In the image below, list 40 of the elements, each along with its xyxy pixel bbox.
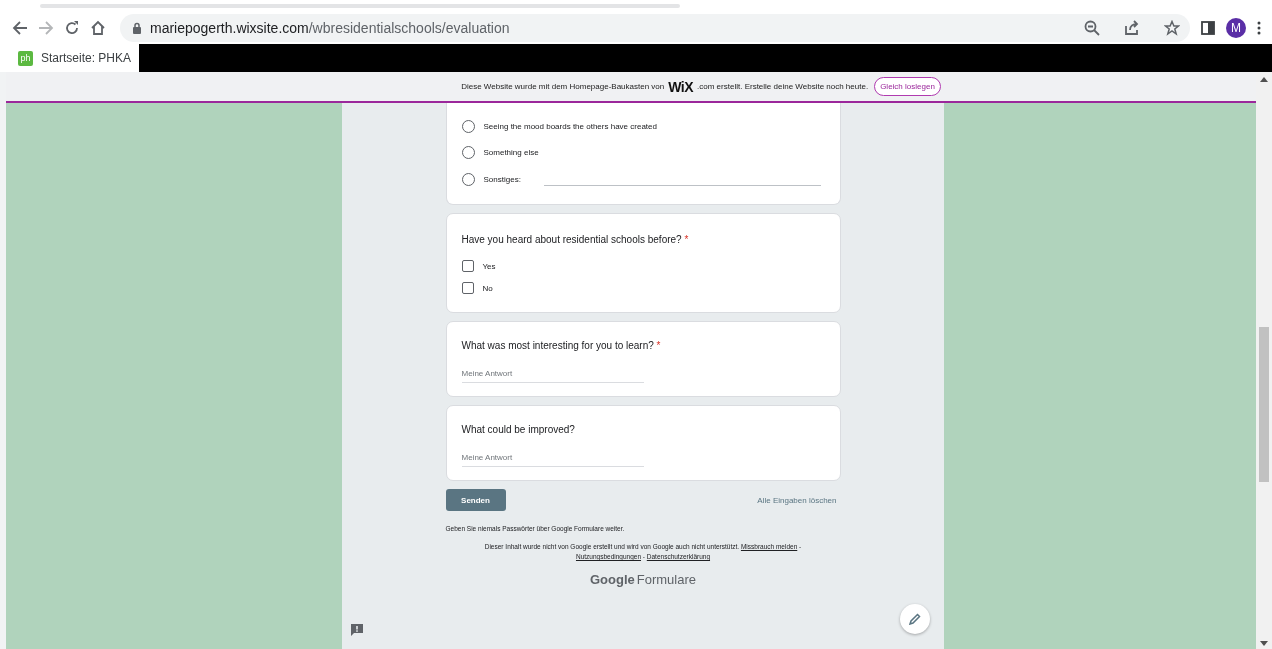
- star-icon[interactable]: [1164, 20, 1180, 36]
- reload-icon[interactable]: [64, 20, 80, 36]
- home-icon[interactable]: [90, 20, 106, 36]
- scroll-up-icon[interactable]: [1260, 76, 1268, 82]
- url-text: mariepogerth.wixsite.com/wbresidentialschools/evaluation: [150, 20, 510, 36]
- more-icon[interactable]: [1256, 20, 1262, 36]
- banner-text: .com erstellt. Erstelle deine Website noch heute.: [697, 82, 869, 91]
- pencil-icon: [909, 613, 921, 625]
- bookmark-item[interactable]: ph Startseite: PHKA: [18, 50, 132, 66]
- side-panel-icon[interactable]: [1200, 20, 1216, 36]
- checkbox[interactable]: [461, 260, 474, 272]
- profile-avatar[interactable]: M: [1226, 18, 1246, 38]
- back-icon[interactable]: [12, 20, 28, 36]
- scrollbar-thumb[interactable]: [1259, 327, 1269, 482]
- question-title: What could be improved?: [461, 424, 576, 435]
- banner-text: Diese Website wurde mit dem Homepage-Baukasten von: [461, 82, 665, 91]
- bookmark-favicon-icon: ph: [18, 50, 33, 66]
- answer-field[interactable]: Meine Antwort: [461, 450, 644, 467]
- submit-button[interactable]: Senden: [445, 489, 506, 511]
- wix-logo: WiX: [668, 78, 694, 95]
- edit-button[interactable]: [900, 604, 930, 634]
- scrollbar[interactable]: [1256, 72, 1272, 649]
- clear-form-link[interactable]: Alle Eingaben löschen: [757, 495, 841, 505]
- checkbox[interactable]: [461, 282, 474, 294]
- share-icon[interactable]: [1124, 20, 1140, 36]
- option-label: Seeing the mood boards the others have created: [483, 122, 657, 131]
- start-button[interactable]: Gleich loslegen: [874, 77, 941, 96]
- option-label: Sonstiges:: [483, 174, 521, 184]
- address-bar[interactable]: mariepogerth.wixsite.com/wbresidentialschools/evaluation: [120, 14, 1190, 42]
- question-title: Have you heard about residential schools before? *: [461, 234, 690, 245]
- google-forms-logo: GoogleFormulare: [590, 572, 696, 587]
- option-label: Yes: [482, 261, 496, 271]
- answer-field[interactable]: Meine Antwort: [461, 366, 644, 383]
- lock-icon: [132, 22, 142, 34]
- option-label: No: [482, 283, 493, 293]
- zoom-out-icon[interactable]: [1084, 20, 1100, 36]
- feedback-icon[interactable]: [350, 623, 364, 637]
- scroll-down-icon[interactable]: [1260, 641, 1268, 647]
- option-label: Something else: [483, 148, 539, 157]
- question-title: What was most interesting for you to learn? *: [461, 340, 662, 351]
